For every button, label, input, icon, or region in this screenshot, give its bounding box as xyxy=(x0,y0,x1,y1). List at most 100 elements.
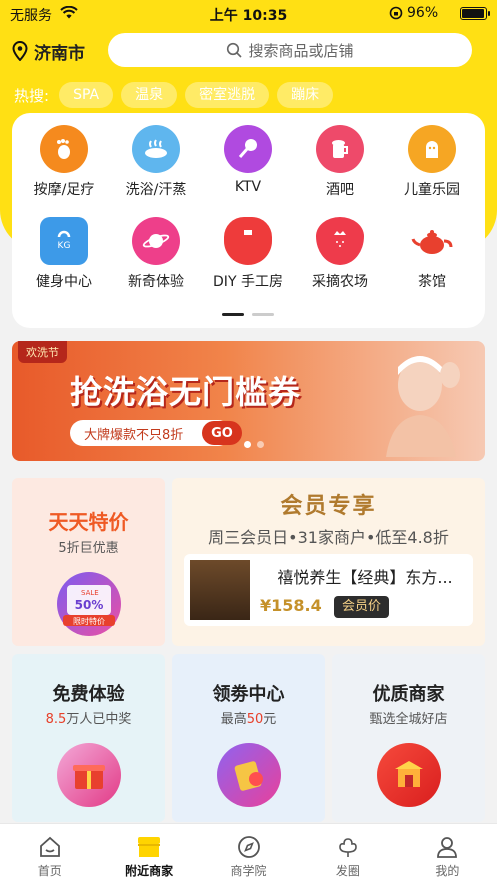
user-icon xyxy=(398,834,497,860)
hot-tag[interactable]: 温泉 xyxy=(121,82,178,108)
member-title: 会员专享 xyxy=(280,494,377,519)
coupon-amount: 50 xyxy=(246,712,264,727)
shop-name: 禧悦养生【经典】东方... xyxy=(277,568,453,587)
tab-label: 发圈 xyxy=(335,864,360,878)
category-novelty[interactable]: 新奇体验 xyxy=(112,217,200,291)
hot-tag[interactable]: 蹦床 xyxy=(277,82,334,108)
category-label: 儿童乐园 xyxy=(404,182,460,198)
microphone-icon xyxy=(224,125,272,173)
coupon-center-card[interactable]: 领劵中心 最高50元 xyxy=(172,654,325,822)
gift-icon xyxy=(56,743,121,807)
coupon-center-title: 领劵中心 xyxy=(212,684,285,705)
daily-deals-card[interactable]: 天天特价 5折巨优惠 SALE 50% 限时特价 xyxy=(12,478,165,646)
category-label: 采摘农场 xyxy=(312,274,368,290)
planet-icon xyxy=(132,217,180,265)
banner-dot-active xyxy=(244,441,251,448)
banner-headline: 抢洗浴无门槛券 xyxy=(70,373,302,411)
tab-label: 商学院 xyxy=(230,864,267,878)
member-shop-item[interactable]: 禧悦养生【经典】东方... ¥158.4 会员价 xyxy=(184,554,473,626)
teapot-icon xyxy=(408,217,456,265)
category-label: 酒吧 xyxy=(326,182,354,198)
bath-icon xyxy=(132,125,180,173)
vase-icon xyxy=(224,217,272,265)
hot-search-bar: 热搜: SPA 温泉 密室逃脱 蹦床 xyxy=(14,82,341,108)
tab-nearby[interactable]: 附近商家 xyxy=(99,824,198,883)
flower-icon xyxy=(298,834,397,860)
tab-moments[interactable]: 发圈 xyxy=(298,824,397,883)
storefront-icon xyxy=(376,743,441,807)
category-diy[interactable]: DIY 手工房 xyxy=(204,217,292,291)
battery-percent: 96% xyxy=(407,5,439,21)
coupon-suffix: 元 xyxy=(263,712,277,727)
tab-label: 附近商家 xyxy=(125,864,174,878)
category-kids-park[interactable]: 儿童乐园 xyxy=(388,125,476,199)
tab-home[interactable]: 首页 xyxy=(0,824,99,883)
svg-text:KG: KG xyxy=(58,241,71,251)
free-trial-title: 免费体验 xyxy=(52,684,125,705)
banner-go-button[interactable]: GO xyxy=(202,421,242,445)
strawberry-icon xyxy=(316,217,364,265)
free-trial-suffix: 万人已中奖 xyxy=(66,712,132,727)
sale-badge-percent: 50% xyxy=(74,598,103,612)
member-price-tag: 会员价 xyxy=(334,596,390,618)
sale-badge-bottom: 限时特价 xyxy=(73,616,105,626)
daily-deals-title: 天天特价 xyxy=(48,510,129,534)
category-teahouse[interactable]: 茶馆 xyxy=(388,217,476,291)
category-label: 健身中心 xyxy=(36,274,92,290)
city-label: 济南市 xyxy=(34,43,85,64)
page-dot xyxy=(252,313,274,316)
child-icon xyxy=(408,125,456,173)
category-ktv[interactable]: KTV xyxy=(204,125,292,195)
location-pin-icon xyxy=(12,41,28,61)
daily-deals-subtitle: 5折巨优惠 xyxy=(58,541,119,556)
search-input[interactable]: 搜索商品或店铺 xyxy=(108,33,472,67)
shop-price: ¥158.4 xyxy=(260,596,322,615)
foot-icon xyxy=(40,125,88,173)
category-label: KTV xyxy=(234,179,262,195)
banner-indicator xyxy=(244,441,270,448)
search-placeholder: 搜索商品或店铺 xyxy=(248,41,354,60)
hot-tag[interactable]: 密室逃脱 xyxy=(185,82,270,108)
kettlebell-icon: KG xyxy=(40,217,88,265)
sale-badge-top: SALE xyxy=(81,589,99,597)
hot-tag[interactable]: SPA xyxy=(59,82,114,108)
tab-me[interactable]: 我的 xyxy=(398,824,497,883)
hot-search-label: 热搜: xyxy=(14,86,50,105)
free-trial-card[interactable]: 免费体验 8.5万人已中奖 xyxy=(12,654,165,822)
category-bar[interactable]: 酒吧 xyxy=(296,125,384,199)
tab-academy[interactable]: 商学院 xyxy=(199,824,298,883)
member-exclusive-card[interactable]: 会员专享 周三会员日•31家商户•低至4.8折 禧悦养生【经典】东方... ¥1… xyxy=(172,478,485,646)
category-label: 按摩/足疗 xyxy=(33,182,95,198)
category-farm[interactable]: 采摘农场 xyxy=(296,217,384,291)
tab-label: 首页 xyxy=(37,864,62,878)
promo-banner[interactable]: 欢洗节 抢洗浴无门槛券 大牌爆款不只8折 GO xyxy=(12,341,485,461)
city-selector[interactable]: 济南市 xyxy=(12,38,85,64)
battery-icon xyxy=(460,7,490,20)
category-gym[interactable]: KG 健身中心 xyxy=(20,217,108,291)
shop-thumbnail xyxy=(190,560,250,620)
category-bath[interactable]: 洗浴/汗蒸 xyxy=(112,125,200,199)
category-label: 新奇体验 xyxy=(128,274,184,290)
banner-tag: 欢洗节 xyxy=(18,341,67,363)
compass-icon xyxy=(199,834,298,860)
quality-merchant-title: 优质商家 xyxy=(372,684,445,705)
category-label: DIY 手工房 xyxy=(213,274,283,290)
category-massage[interactable]: 按摩/足疗 xyxy=(20,125,108,199)
store-icon xyxy=(99,834,198,860)
bottom-tab-bar: 首页 附近商家 商学院 发圈 我的 xyxy=(0,823,497,883)
tab-label: 我的 xyxy=(435,864,460,878)
page-indicator xyxy=(222,313,282,316)
category-label: 洗浴/汗蒸 xyxy=(125,182,187,198)
sale-badge-icon: SALE 50% 限时特价 xyxy=(56,572,121,636)
orientation-lock-icon xyxy=(389,6,403,24)
coupon-icon xyxy=(216,743,281,807)
free-trial-count: 8.5 xyxy=(45,712,67,727)
home-icon xyxy=(0,834,99,860)
category-grid: 按摩/足疗 洗浴/汗蒸 KTV 酒吧 儿童乐园 KG 健身中心 新奇体验 DIY… xyxy=(12,113,485,328)
coupon-prefix: 最高 xyxy=(220,712,247,727)
banner-dot xyxy=(257,441,264,448)
member-subtitle: 周三会员日•31家商户•低至4.8折 xyxy=(208,528,449,547)
quality-merchant-card[interactable]: 优质商家 甄选全城好店 xyxy=(332,654,485,822)
quality-merchant-subtitle: 甄选全城好店 xyxy=(369,712,448,727)
search-icon xyxy=(227,42,243,58)
